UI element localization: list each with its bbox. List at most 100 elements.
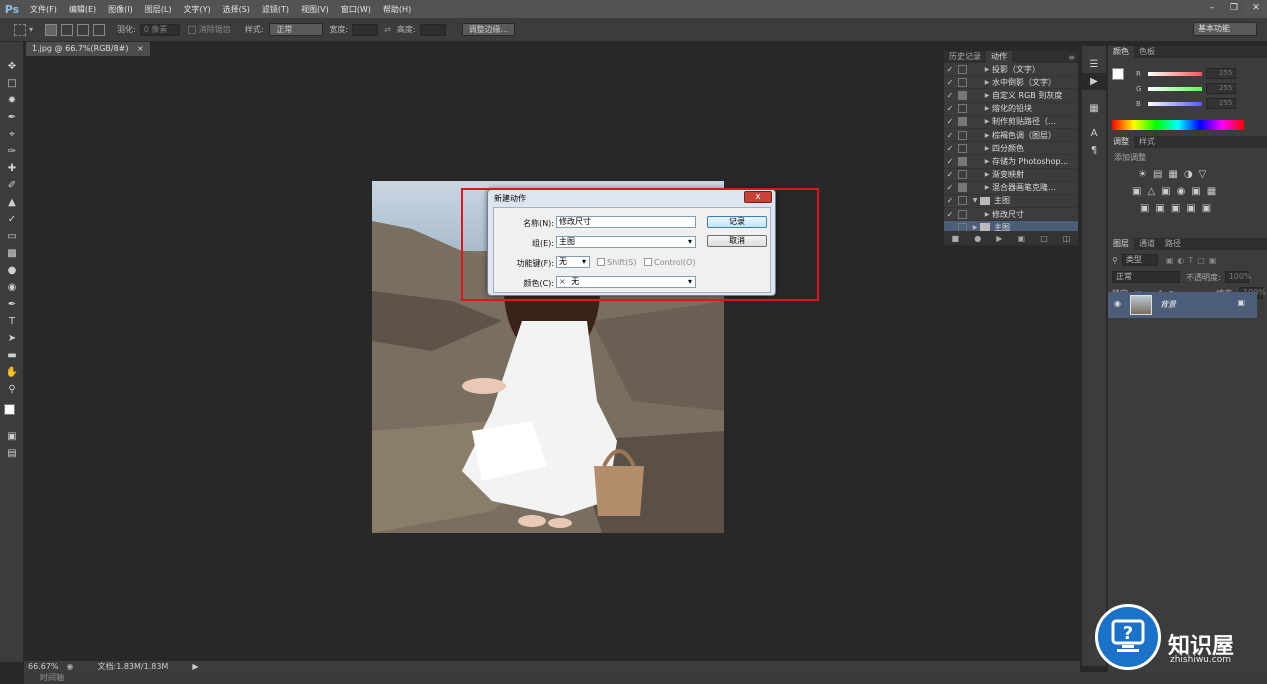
collapsed-triangle-icon[interactable]: ▶ (982, 105, 992, 112)
opacity-input[interactable]: 100% (1224, 271, 1252, 283)
path-select-tool-icon[interactable]: ➤ (0, 330, 24, 347)
menu-view[interactable]: 视图(V) (295, 4, 335, 15)
foreground-color[interactable] (4, 404, 15, 415)
toggle-check-icon[interactable]: ✓ (944, 144, 956, 153)
dodge-tool-icon[interactable]: ◉ (0, 279, 24, 296)
menu-window[interactable]: 窗口(W) (335, 4, 377, 15)
blend-mode-select[interactable]: 正常 (1112, 271, 1180, 283)
shape-tool-icon[interactable]: ▬ (0, 347, 24, 364)
toggle-check-icon[interactable]: ✓ (944, 91, 956, 100)
paragraph-panel-icon[interactable]: ¶ (1082, 142, 1106, 159)
zoom-level[interactable]: 66.67% (28, 662, 59, 671)
hand-tool-icon[interactable]: ✋ (0, 364, 24, 381)
menu-select[interactable]: 选择(S) (217, 4, 256, 15)
toggle-check-icon[interactable]: ✓ (944, 196, 956, 205)
dialog-toggle-icon[interactable] (958, 143, 967, 153)
brush-tool-icon[interactable]: ✐ (0, 177, 24, 194)
action-item[interactable]: ✓ ▶ 熔化的铅块 (944, 103, 1078, 116)
new-selection-icon[interactable] (45, 23, 58, 36)
refine-edge-button[interactable]: 调整边缘... (461, 23, 516, 36)
collapsed-triangle-icon[interactable]: ▶ (982, 145, 992, 152)
adjustment-icons-row-1[interactable]: ☀▤▦◑▽ (1114, 169, 1261, 180)
collapsed-triangle-icon[interactable]: ▶ (970, 224, 980, 231)
antialias-checkbox[interactable] (187, 25, 196, 34)
toggle-check-icon[interactable]: ✓ (944, 210, 956, 219)
marquee-preset-icon[interactable] (14, 23, 26, 36)
pen-tool-icon[interactable]: ✒ (0, 296, 24, 313)
zoom-tool-icon[interactable]: ⚲ (0, 381, 24, 398)
action-item[interactable]: ✓ ▶ 渐变映射 (944, 169, 1078, 182)
toggle-check-icon[interactable]: ✓ (944, 157, 956, 166)
timeline-bar[interactable]: 时间轴 (24, 672, 1267, 684)
toggle-check-icon[interactable]: ✓ (944, 131, 956, 140)
menu-file[interactable]: 文件(F) (24, 4, 63, 15)
stop-icon[interactable]: ■ (952, 234, 960, 243)
subtract-selection-icon[interactable] (77, 23, 90, 36)
color-swatches[interactable] (0, 398, 23, 428)
type-tool-icon[interactable]: T (0, 313, 24, 330)
dialog-toggle-icon[interactable] (958, 209, 967, 219)
collapsed-triangle-icon[interactable]: ▶ (982, 66, 992, 73)
action-item[interactable]: ✓ ▶ 水中倒影（文字） (944, 76, 1078, 90)
swap-icon[interactable]: ⇄ (384, 25, 391, 34)
action-item[interactable]: ✓ ▶ 棕褐色调（图层） (944, 129, 1078, 143)
quick-mask-icon[interactable]: ▣ (0, 428, 24, 445)
height-input[interactable] (419, 23, 446, 36)
layer-row[interactable]: ◉ 背景 ▣ (1108, 292, 1257, 318)
menu-type[interactable]: 文字(Y) (177, 4, 216, 15)
marquee-tool-icon[interactable]: □ (0, 75, 24, 92)
layer-filter-icons[interactable]: ▣◐T□▣ (1166, 256, 1221, 265)
dialog-toggle-icon[interactable] (958, 130, 967, 140)
history-panel-icon[interactable]: ☰ (1082, 56, 1106, 73)
screen-mode-icon[interactable]: ▤ (0, 445, 24, 462)
close-icon[interactable]: ✕ (1245, 0, 1267, 16)
play-icon[interactable]: ▶ (996, 234, 1002, 243)
collapsed-triangle-icon[interactable]: ▶ (982, 92, 992, 99)
tab-adjustments[interactable]: 调整 (1108, 136, 1134, 148)
minimize-icon[interactable]: – (1201, 0, 1223, 16)
record-icon[interactable]: ● (974, 234, 981, 243)
lasso-tool-icon[interactable]: ✸ (0, 92, 24, 109)
adjustment-icons-row-3[interactable]: ▣▣▣▣▣ (1114, 203, 1261, 214)
collapsed-triangle-icon[interactable]: ▶ (982, 171, 992, 178)
gradient-tool-icon[interactable]: ▩ (0, 245, 24, 262)
quick-select-tool-icon[interactable]: ✒ (0, 109, 24, 126)
dialog-toggle-icon[interactable] (958, 90, 967, 100)
toggle-check-icon[interactable]: ✓ (944, 104, 956, 113)
history-brush-tool-icon[interactable]: ✓ (0, 211, 24, 228)
toggle-check-icon[interactable]: ✓ (944, 183, 956, 192)
menu-help[interactable]: 帮助(H) (377, 4, 417, 15)
color-spectrum[interactable] (1112, 120, 1244, 130)
dialog-toggle-icon[interactable] (958, 104, 967, 114)
menu-edit[interactable]: 编辑(E) (63, 4, 102, 15)
dialog-toggle-icon[interactable] (958, 196, 967, 206)
collapsed-triangle-icon[interactable]: ▶ (982, 132, 992, 139)
action-item[interactable]: ✓ ▶ 混合器画笔克隆... (944, 182, 1078, 195)
tab-color[interactable]: 颜色 (1108, 46, 1134, 58)
crop-tool-icon[interactable]: ⌖ (0, 126, 24, 143)
menu-image[interactable]: 图像(I) (102, 4, 139, 15)
toggle-check-icon[interactable]: ✓ (944, 78, 956, 87)
channel-value[interactable]: 255 (1206, 98, 1236, 109)
expanded-triangle-icon[interactable]: ▼ (970, 197, 980, 204)
tab-history[interactable]: 历史记录 (944, 51, 986, 63)
menu-filter[interactable]: 滤镜(T) (256, 4, 295, 15)
blur-tool-icon[interactable]: ● (0, 262, 24, 279)
action-item[interactable]: ✓ ▶ 存储为 Photoshop... (944, 155, 1078, 169)
new-set-icon[interactable]: ▣ (1018, 234, 1026, 243)
action-item[interactable]: ✓ ▼ 主图 (944, 195, 1078, 209)
action-item[interactable]: ✓ ▶ 自定义 RGB 到灰度 (944, 89, 1078, 103)
channel-slider[interactable] (1148, 87, 1202, 91)
status-share-icon[interactable]: ◉ (67, 662, 74, 671)
panel-menu-icon[interactable]: ≡ (1068, 53, 1078, 62)
tab-actions[interactable]: 动作 (986, 51, 1012, 63)
dialog-toggle-icon[interactable] (958, 77, 967, 87)
fg-swatch[interactable] (1112, 68, 1124, 80)
action-item[interactable]: ✓ ▶ 投影（文字） (944, 63, 1078, 77)
toggle-check-icon[interactable]: ✓ (944, 170, 956, 179)
new-action-icon[interactable]: □ (1040, 234, 1048, 243)
dialog-toggle-icon[interactable] (958, 64, 967, 74)
collapsed-triangle-icon[interactable]: ▶ (982, 158, 992, 165)
dialog-toggle-icon[interactable] (958, 117, 967, 127)
style-select[interactable]: 正常 (269, 23, 324, 36)
